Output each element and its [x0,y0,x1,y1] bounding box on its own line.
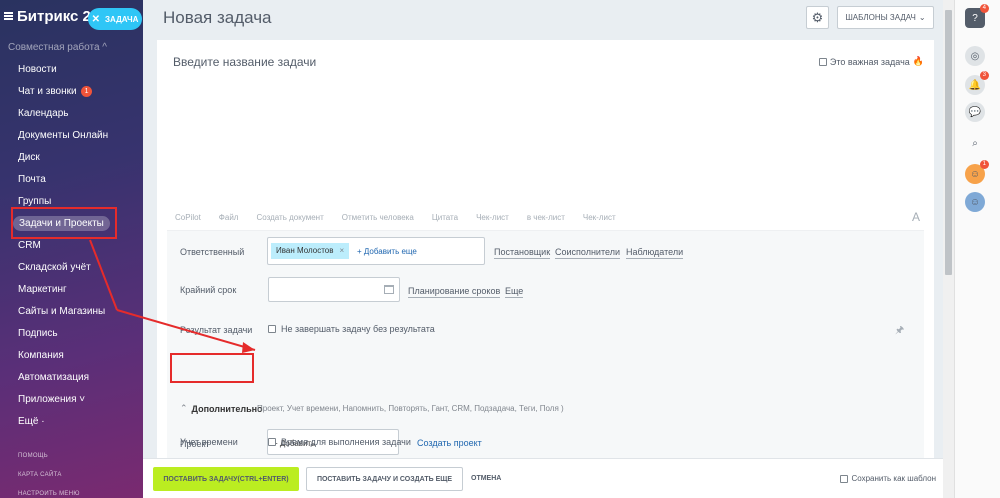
annotation-arrow [89,239,256,353]
annotation-arrow-line-2 [116,309,256,351]
annotation-arrow-line-1 [89,239,118,311]
annotation-arrowhead [242,342,255,353]
